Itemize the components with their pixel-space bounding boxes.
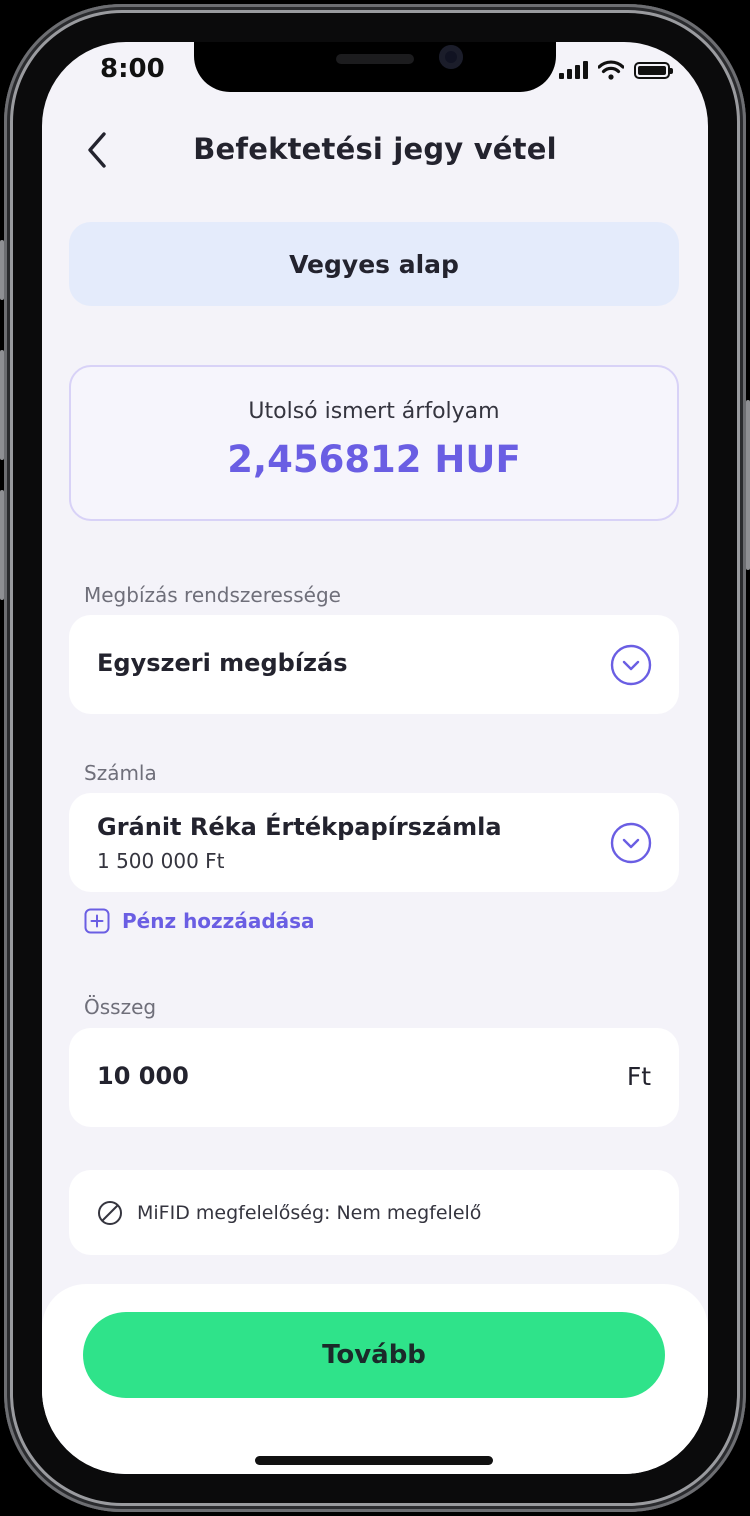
account-label: Számla	[84, 761, 157, 785]
chevron-down-icon	[610, 822, 652, 864]
status-time: 8:00	[100, 54, 165, 84]
continue-button[interactable]: Tovább	[83, 1312, 665, 1398]
rate-card: Utolsó ismert árfolyam 2,456812 HUF	[69, 365, 679, 521]
mifid-status: MiFID megfelelőség: Nem megfelelő	[69, 1170, 679, 1255]
frequency-value: Egyszeri megbízás	[97, 649, 348, 677]
account-select[interactable]: Gránit Réka Értékpapírszámla 1 500 000 F…	[69, 793, 679, 892]
page-title: Befektetési jegy vétel	[193, 132, 557, 166]
chevron-down-icon	[610, 644, 652, 686]
amount-value: 10 000	[97, 1062, 189, 1090]
mute-switch	[0, 240, 4, 300]
prohibited-icon	[98, 1200, 122, 1225]
amount-label: Összeg	[84, 995, 157, 1019]
volume-down-button	[0, 490, 4, 600]
notch	[194, 42, 556, 92]
volume-up-button	[0, 350, 4, 460]
wifi-icon	[598, 60, 624, 80]
fund-name: Vegyes alap	[289, 249, 459, 279]
status-icons	[559, 60, 673, 80]
rate-value: 2,456812 HUF	[227, 438, 521, 481]
power-button	[746, 400, 750, 570]
battery-icon	[634, 61, 673, 79]
nav-bar: Befektetési jegy vétel	[42, 120, 708, 180]
plus-square-icon	[84, 908, 110, 934]
add-money-link[interactable]: Pénz hozzáadása	[84, 908, 315, 934]
app-screen: 8:00 Befektetési jegy vétel Vegyes alap …	[42, 42, 708, 1474]
fund-name-banner: Vegyes alap	[69, 222, 679, 306]
mifid-text: MiFID megfelelőség: Nem megfelelő	[137, 1201, 482, 1224]
account-name: Gránit Réka Értékpapírszámla	[97, 813, 502, 841]
earpiece-speaker	[336, 54, 414, 64]
add-money-label: Pénz hozzáadása	[122, 909, 315, 933]
account-balance: 1 500 000 Ft	[97, 849, 225, 873]
frequency-select[interactable]: Egyszeri megbízás	[69, 615, 679, 714]
home-indicator[interactable]	[255, 1456, 493, 1465]
rate-label: Utolsó ismert árfolyam	[248, 399, 500, 424]
signal-icon	[559, 61, 588, 79]
front-camera	[439, 45, 463, 69]
frequency-label: Megbízás rendszeressége	[84, 583, 341, 607]
amount-unit: Ft	[626, 1062, 651, 1091]
amount-input[interactable]: 10 000 Ft	[69, 1028, 679, 1127]
